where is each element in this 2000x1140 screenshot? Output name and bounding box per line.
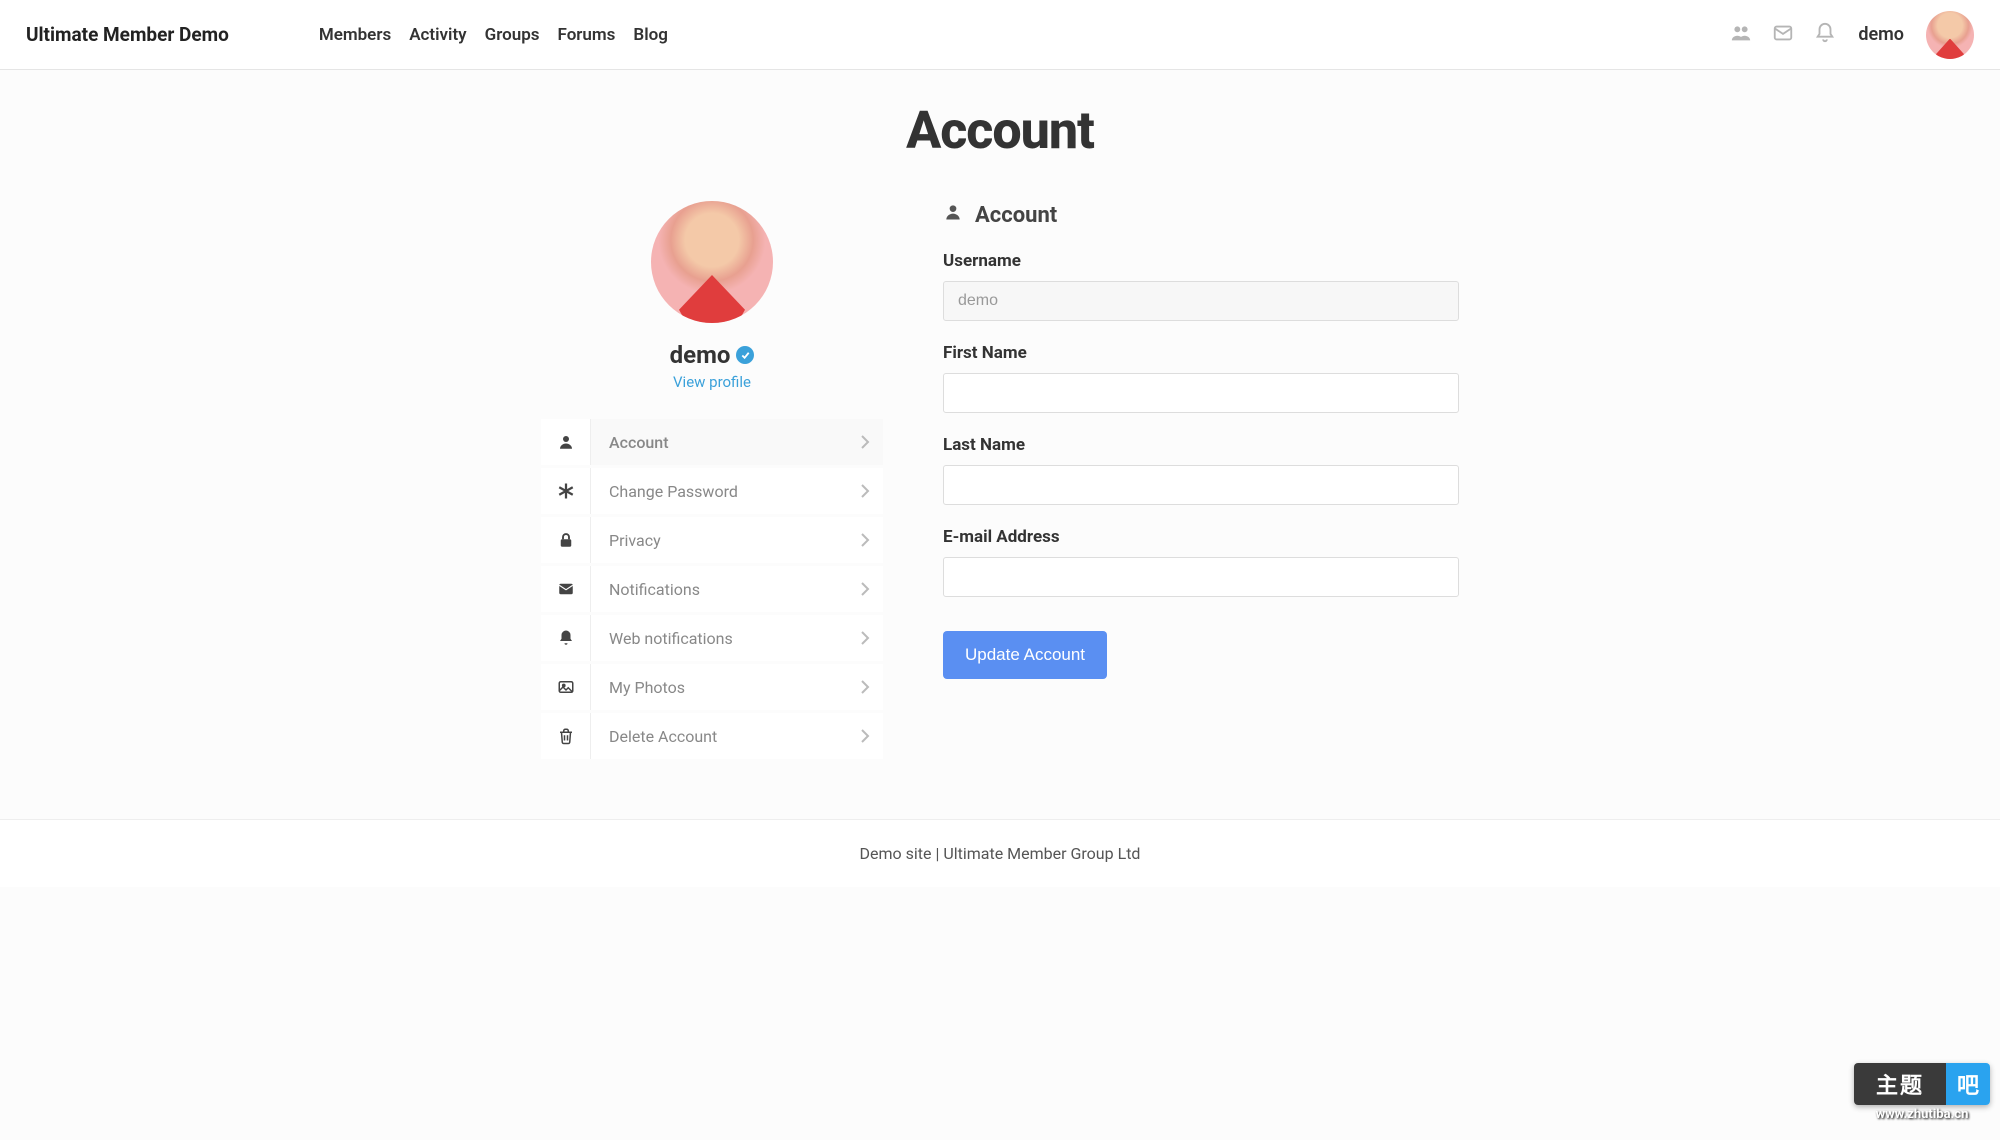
- tab-delete-account[interactable]: Delete Account: [541, 713, 883, 759]
- tab-label: Account: [591, 433, 847, 452]
- tab-label: Change Password: [591, 482, 847, 501]
- header-avatar[interactable]: [1926, 11, 1974, 59]
- header: Ultimate Member Demo Members Activity Gr…: [0, 0, 2000, 70]
- nav-groups[interactable]: Groups: [485, 25, 540, 45]
- profile-avatar[interactable]: [651, 201, 773, 323]
- site-title[interactable]: Ultimate Member Demo: [26, 23, 229, 46]
- header-icons: [1730, 22, 1836, 48]
- watermark-url: www.zhutiba.cn: [1854, 1107, 1990, 1122]
- tab-notifications[interactable]: Notifications: [541, 566, 883, 612]
- tab-label: My Photos: [591, 678, 847, 697]
- field-username: Username: [943, 251, 1459, 321]
- view-profile-link[interactable]: View profile: [541, 373, 883, 391]
- nav-blog[interactable]: Blog: [633, 25, 668, 45]
- tab-label: Notifications: [591, 580, 847, 599]
- watermark-box: 主题 吧: [1854, 1063, 1990, 1105]
- header-right: demo: [1730, 11, 1974, 59]
- friends-icon[interactable]: [1730, 22, 1752, 48]
- chevron-right-icon: [847, 581, 883, 597]
- input-last-name[interactable]: [943, 465, 1459, 505]
- watermark: 主题 吧 www.zhutiba.cn: [1854, 1063, 1990, 1122]
- tab-change-password[interactable]: Change Password: [541, 468, 883, 514]
- profile-name-text: demo: [670, 341, 731, 369]
- profile-head: demo View profile: [541, 201, 883, 391]
- trash-icon: [541, 713, 591, 759]
- input-first-name[interactable]: [943, 373, 1459, 413]
- profile-name: demo: [670, 341, 755, 369]
- account-sidebar: demo View profile Account Change Passwor…: [541, 201, 883, 759]
- footer: Demo site | Ultimate Member Group Ltd: [0, 819, 2000, 887]
- section-head: Account: [943, 201, 1459, 229]
- bell-icon: [541, 615, 591, 661]
- messages-icon[interactable]: [1772, 22, 1794, 48]
- input-username: [943, 281, 1459, 321]
- user-icon: [943, 201, 963, 229]
- field-last-name: Last Name: [943, 435, 1459, 505]
- nav-activity[interactable]: Activity: [409, 25, 466, 45]
- page: Account demo View profile Account: [273, 70, 1728, 819]
- chevron-right-icon: [847, 630, 883, 646]
- image-icon: [541, 664, 591, 710]
- header-username[interactable]: demo: [1858, 24, 1904, 45]
- chevron-right-icon: [847, 434, 883, 450]
- tab-label: Privacy: [591, 531, 847, 550]
- section-title: Account: [975, 203, 1057, 228]
- label-first-name: First Name: [943, 343, 1459, 363]
- notifications-icon[interactable]: [1814, 22, 1836, 48]
- user-icon: [541, 419, 591, 465]
- tab-label: Delete Account: [591, 727, 847, 746]
- watermark-left: 主题: [1854, 1063, 1946, 1105]
- label-email: E-mail Address: [943, 527, 1459, 547]
- watermark-right: 吧: [1946, 1063, 1990, 1105]
- label-username: Username: [943, 251, 1459, 271]
- chevron-right-icon: [847, 532, 883, 548]
- field-email: E-mail Address: [943, 527, 1459, 597]
- tab-web-notifications[interactable]: Web notifications: [541, 615, 883, 661]
- label-last-name: Last Name: [943, 435, 1459, 455]
- verified-badge-icon: [736, 346, 754, 364]
- envelope-icon: [541, 566, 591, 612]
- chevron-right-icon: [847, 679, 883, 695]
- footer-text: Demo site | Ultimate Member Group Ltd: [860, 844, 1141, 863]
- chevron-right-icon: [847, 483, 883, 499]
- field-first-name: First Name: [943, 343, 1459, 413]
- account-tabs: Account Change Password Privacy Notifica…: [541, 419, 883, 759]
- tab-privacy[interactable]: Privacy: [541, 517, 883, 563]
- asterisk-icon: [541, 468, 591, 514]
- input-email[interactable]: [943, 557, 1459, 597]
- page-title: Account: [273, 100, 1728, 161]
- nav-members[interactable]: Members: [319, 25, 391, 45]
- tab-account[interactable]: Account: [541, 419, 883, 465]
- tab-my-photos[interactable]: My Photos: [541, 664, 883, 710]
- account-form: Account Username First Name Last Name E-…: [943, 201, 1459, 759]
- chevron-right-icon: [847, 728, 883, 744]
- main-nav: Members Activity Groups Forums Blog: [319, 25, 668, 45]
- layout: demo View profile Account Change Passwor…: [273, 201, 1728, 759]
- tab-label: Web notifications: [591, 629, 847, 648]
- update-account-button[interactable]: Update Account: [943, 631, 1107, 679]
- nav-forums[interactable]: Forums: [558, 25, 616, 45]
- lock-icon: [541, 517, 591, 563]
